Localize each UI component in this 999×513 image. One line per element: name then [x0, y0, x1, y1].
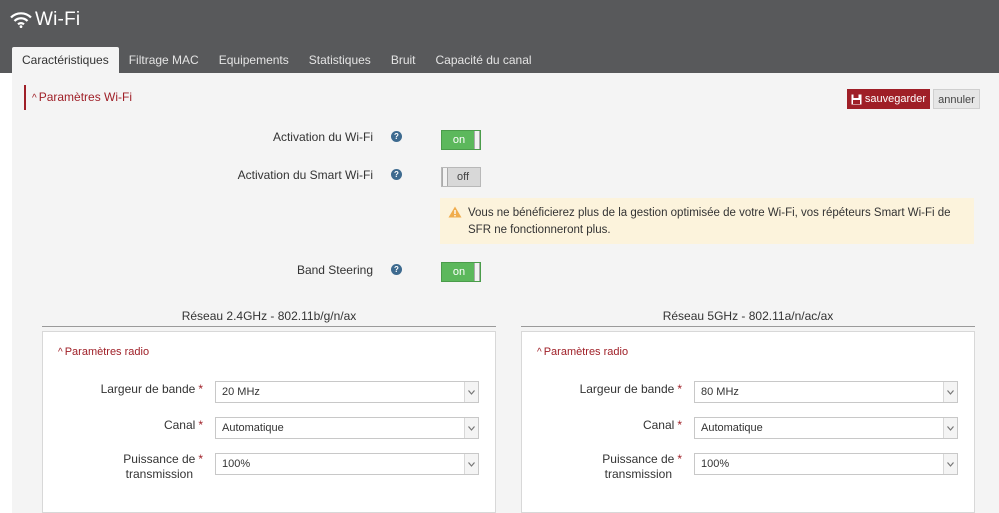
smart-wifi-label: Activation du Smart Wi-Fi [237, 168, 373, 182]
bandwidth-select[interactable]: 80 MHz [694, 381, 958, 403]
smart-wifi-warning: Vous ne bénéficierez plus de la gestion … [440, 198, 974, 244]
power-label-line1: Puissance de [123, 452, 196, 466]
bandwidth-label-text: Largeur de bande [579, 382, 675, 396]
warning-text: Vous ne bénéficierez plus de la gestion … [468, 207, 951, 236]
network-24ghz-title: Réseau 2.4GHz - 802.11b/g/n/ax [181, 309, 357, 323]
divider [42, 326, 496, 327]
toggle-state: on [452, 266, 466, 278]
chevron-down-icon [943, 382, 957, 402]
save-button[interactable]: sauvegarder [847, 89, 930, 109]
channel-value: Automatique [222, 422, 284, 434]
chevron-up-icon: ^ [32, 93, 37, 104]
required-mark: * [677, 382, 682, 396]
bandwidth-value: 80 MHz [701, 386, 739, 398]
wifi-activation-toggle[interactable]: on [441, 130, 481, 150]
cancel-button[interactable]: annuler [933, 89, 980, 109]
required-mark: * [677, 418, 682, 432]
radio-params-header[interactable]: ^ Paramètres radio [58, 346, 149, 358]
band-steering-label: Band Steering [296, 263, 373, 277]
floppy-disk-icon [851, 94, 862, 104]
tab-statistiques[interactable]: Statistiques [299, 47, 381, 73]
app-title-text: Wi-Fi [35, 9, 81, 30]
help-icon[interactable]: ? [391, 131, 402, 142]
required-mark: * [198, 382, 203, 396]
chevron-down-icon [464, 382, 478, 402]
divider [521, 326, 975, 327]
power-label: Puissance de * transmission [537, 452, 682, 482]
chevron-down-icon [943, 418, 957, 438]
wifi-activation-label: Activation du Wi-Fi [272, 130, 373, 144]
radio-params-header[interactable]: ^ Paramètres radio [537, 346, 628, 358]
bandwidth-select[interactable]: 20 MHz [215, 381, 479, 403]
power-value: 100% [222, 458, 251, 470]
radio-params-5ghz: ^ Paramètres radio Largeur de bande * 80 M… [521, 331, 975, 513]
channel-label-text: Canal [642, 418, 675, 432]
tab-capacite-canal[interactable]: Capacité du canal [426, 47, 542, 73]
power-label-line2: transmission [125, 467, 193, 481]
bandwidth-label-text: Largeur de bande [100, 382, 196, 396]
power-select[interactable]: 100% [694, 453, 958, 475]
chevron-up-icon: ^ [58, 347, 63, 358]
top-bar: Wi-Fi Caractéristiques Filtrage MAC Equi… [0, 0, 999, 73]
radio-params-24ghz: ^ Paramètres radio Largeur de bande * 20 M… [42, 331, 496, 513]
required-mark: * [198, 418, 203, 432]
section-title: Paramètres Wi-Fi [38, 90, 133, 104]
app-title: Wi-Fi [10, 9, 80, 31]
channel-select[interactable]: Automatique [215, 417, 479, 439]
radio-params-title: Paramètres radio [64, 346, 150, 358]
chevron-up-icon: ^ [537, 347, 542, 358]
network-5ghz-title: Réseau 5GHz - 802.11a/n/ac/ax [662, 309, 834, 323]
bandwidth-value: 20 MHz [222, 386, 260, 398]
chevron-down-icon [464, 454, 478, 474]
toggle-state: off [456, 171, 470, 183]
channel-label: Canal * [537, 418, 682, 433]
power-label-line1: Puissance de [602, 452, 675, 466]
wifi-icon [10, 12, 32, 28]
chevron-down-icon [943, 454, 957, 474]
save-button-label: sauvegarder [864, 93, 927, 105]
tab-filtrage-mac[interactable]: Filtrage MAC [119, 47, 209, 73]
required-mark: * [677, 452, 682, 466]
radio-params-title: Paramètres radio [543, 346, 629, 358]
tab-bar: Caractéristiques Filtrage MAC Equipement… [12, 47, 542, 73]
tab-bruit[interactable]: Bruit [381, 47, 426, 73]
smart-wifi-toggle[interactable]: off [441, 167, 481, 187]
section-header-wifi-params[interactable]: ^ Paramètres Wi-Fi [24, 85, 132, 110]
content-panel: ^ Paramètres Wi-Fi sauvegarder annuler Ac… [12, 73, 999, 513]
channel-label-text: Canal [163, 418, 196, 432]
bandwidth-label: Largeur de bande * [58, 382, 203, 397]
channel-value: Automatique [701, 422, 763, 434]
toggle-knob [474, 131, 480, 149]
chevron-down-icon [464, 418, 478, 438]
channel-select[interactable]: Automatique [694, 417, 958, 439]
toggle-knob [474, 263, 480, 281]
required-mark: * [198, 452, 203, 466]
channel-label: Canal * [58, 418, 203, 433]
help-icon[interactable]: ? [391, 264, 402, 275]
toggle-state: on [452, 134, 466, 146]
help-icon[interactable]: ? [391, 169, 402, 180]
tab-equipements[interactable]: Equipements [209, 47, 299, 73]
tab-caracteristiques[interactable]: Caractéristiques [12, 47, 119, 73]
power-value: 100% [701, 458, 730, 470]
power-select[interactable]: 100% [215, 453, 479, 475]
warning-icon [448, 206, 462, 218]
power-label-line2: transmission [604, 467, 672, 481]
band-steering-toggle[interactable]: on [441, 262, 481, 282]
bandwidth-label: Largeur de bande * [537, 382, 682, 397]
power-label: Puissance de * transmission [58, 452, 203, 482]
